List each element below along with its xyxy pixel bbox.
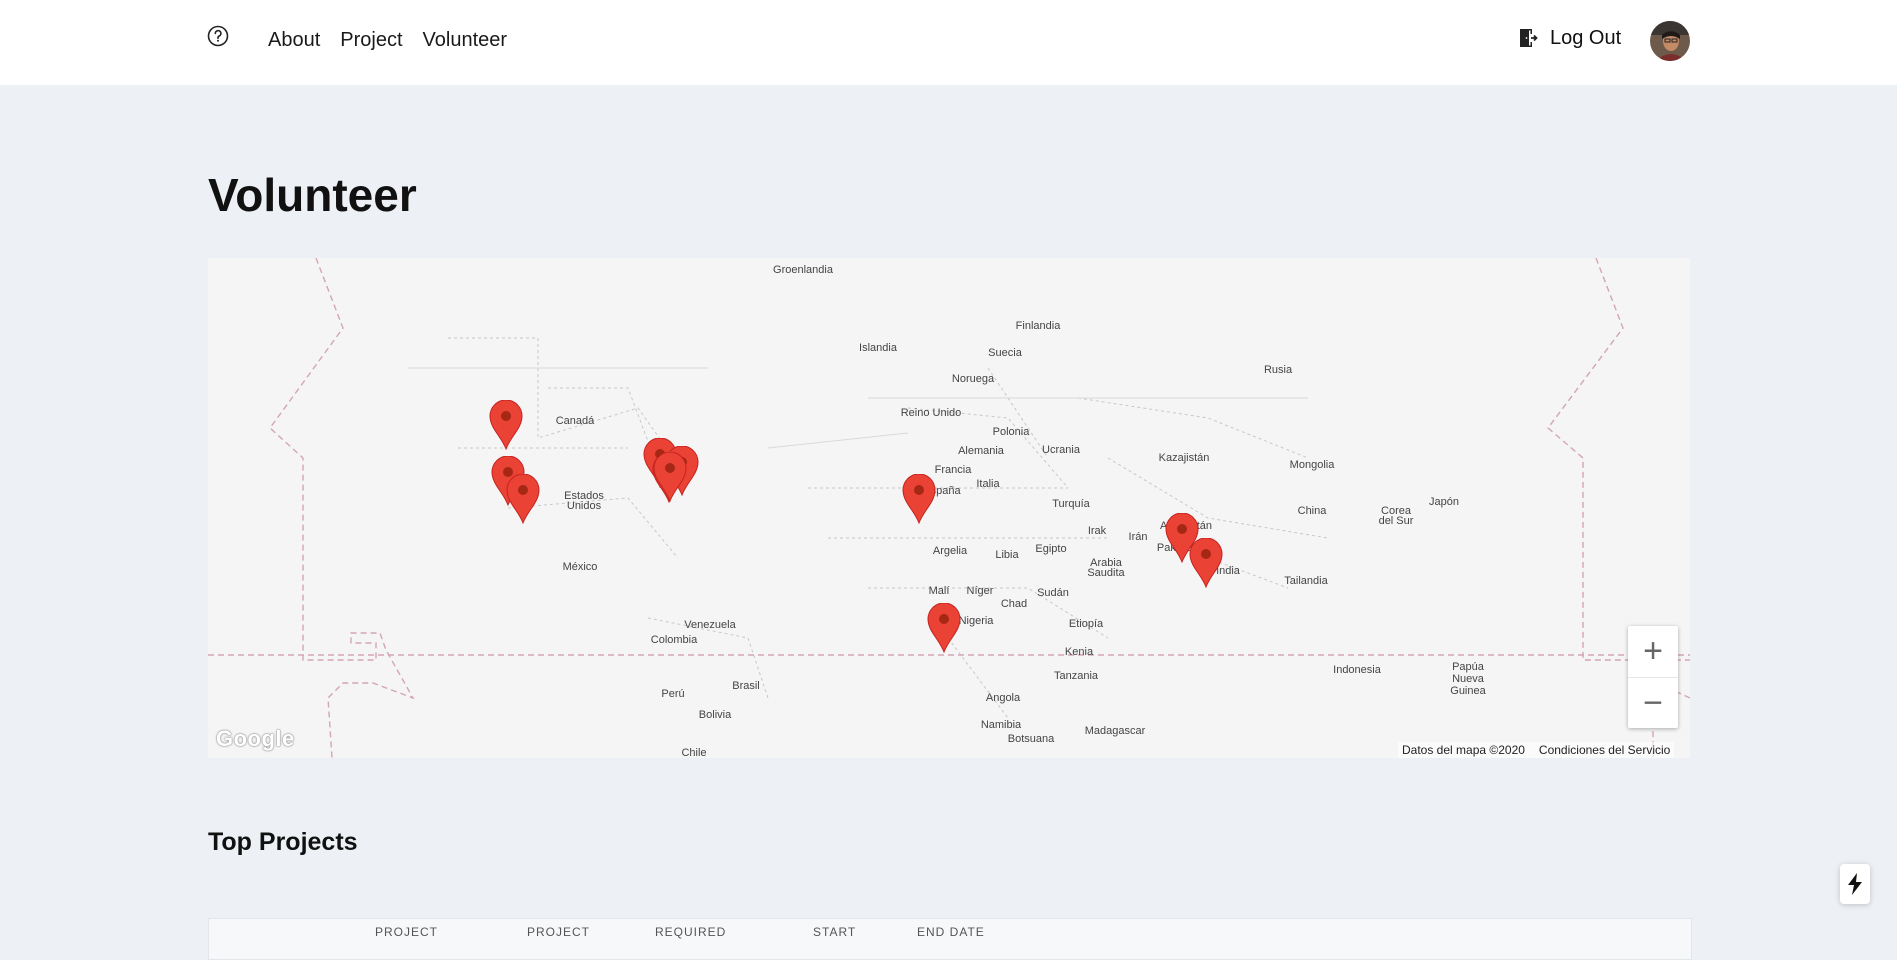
map-label-sudan: Sudán xyxy=(1037,587,1069,599)
map-label-libia: Libia xyxy=(995,549,1019,561)
map-label-egipto: Egipto xyxy=(1035,543,1067,555)
nav-volunteer-link[interactable]: Volunteer xyxy=(423,29,508,52)
column-header-end-date[interactable]: END DATE xyxy=(917,925,985,939)
main-nav: About Project Volunteer xyxy=(268,29,507,52)
page-title: Volunteer xyxy=(208,169,417,221)
map-label-islandia: Islandia xyxy=(859,342,897,354)
map-attribution: Datos del mapa ©2020 Condiciones del Serv… xyxy=(1398,742,1675,758)
map-marker[interactable] xyxy=(653,452,687,502)
top-projects-title: Top Projects xyxy=(208,828,358,856)
map-label-guinea: Guinea xyxy=(1450,685,1486,697)
logout-door-icon xyxy=(1520,29,1538,47)
map-label-turquia: Turquía xyxy=(1052,498,1090,510)
map-label-peru: Perú xyxy=(661,688,685,700)
map-label-kazajistan: Kazajistán xyxy=(1158,452,1210,464)
user-avatar[interactable] xyxy=(1650,21,1690,61)
map-label-canada: Canadá xyxy=(555,415,595,427)
map-label-nigeria: Nigeria xyxy=(958,615,994,627)
map-label-iran: Irán xyxy=(1128,531,1148,543)
world-map[interactable]: Groenlandia Islandia Finlandia Suecia No… xyxy=(208,258,1690,758)
column-header-project[interactable]: PROJECT xyxy=(375,925,438,939)
map-label-venezuela: Venezuela xyxy=(684,619,736,631)
map-zoom-control: + − xyxy=(1628,626,1678,728)
map-label-unidos: Unidos xyxy=(566,500,602,512)
map-label-brasil: Brasil xyxy=(732,680,760,692)
map-label-angola: Angola xyxy=(985,692,1021,704)
map-label-ucrania: Ucrania xyxy=(1042,444,1080,456)
map-marker[interactable] xyxy=(927,603,961,653)
map-label-mali: Malí xyxy=(928,585,950,597)
map-terms-link[interactable]: Condiciones del Servicio xyxy=(1539,743,1670,757)
map-label-chile: Chile xyxy=(681,747,707,758)
top-navigation-bar: About Project Volunteer Log Out xyxy=(0,0,1897,85)
map-label-indonesia: Indonesia xyxy=(1333,664,1381,676)
map-label-rusia: Rusia xyxy=(1263,364,1293,376)
map-label-kenia: Kenia xyxy=(1064,646,1094,658)
map-label-bolivia: Bolivia xyxy=(698,709,732,721)
map-label-mongolia: Mongolia xyxy=(1289,459,1335,471)
map-data-attribution[interactable]: Datos del mapa ©2020 xyxy=(1402,743,1525,757)
lightning-button[interactable] xyxy=(1840,864,1870,904)
zoom-in-button[interactable]: + xyxy=(1628,626,1678,677)
projects-table-header: PROJECT PROJECT REQUIRED START END DATE xyxy=(208,918,1692,960)
map-label-polonia: Polonia xyxy=(992,426,1030,438)
column-header-required[interactable]: REQUIRED xyxy=(655,925,726,939)
google-logo: Google xyxy=(216,726,295,751)
map-label-alemania: Alemania xyxy=(958,445,1004,457)
nav-about-link[interactable]: About xyxy=(268,29,320,52)
column-header-project-2[interactable]: PROJECT xyxy=(527,925,590,939)
map-label-nueva: Nueva xyxy=(1452,673,1484,685)
map-label-del-sur: del Sur xyxy=(1378,515,1414,527)
map-label-madagascar: Madagascar xyxy=(1084,725,1146,737)
zoom-out-button[interactable]: − xyxy=(1628,677,1678,729)
map-marker[interactable] xyxy=(1189,538,1223,588)
map-label-papua: Papúa xyxy=(1452,661,1484,673)
map-label-tailandia: Tailandia xyxy=(1284,575,1328,587)
map-label-argelia: Argelia xyxy=(932,545,968,557)
column-header-start[interactable]: START xyxy=(813,925,856,939)
map-label-chad: Chad xyxy=(1000,598,1028,610)
map-label-italia: Italia xyxy=(976,478,1000,490)
map-label-saudita: Saudita xyxy=(1087,567,1125,579)
logout-button[interactable]: Log Out xyxy=(1516,26,1621,50)
map-label-namibia: Namibia xyxy=(980,719,1022,731)
map-marker[interactable] xyxy=(489,400,523,450)
map-label-finlandia: Finlandia xyxy=(1015,320,1061,332)
map-label-china: China xyxy=(1297,505,1327,517)
logout-label: Log Out xyxy=(1550,26,1622,49)
map-label-etiopia: Etiopía xyxy=(1068,618,1104,630)
map-marker[interactable] xyxy=(506,474,540,524)
map-label-reino-unido: Reino Unido xyxy=(900,407,962,419)
map-label-francia: Francia xyxy=(934,464,972,476)
map-label-irak: Irak xyxy=(1087,525,1107,537)
map-label-noruega: Noruega xyxy=(951,373,995,385)
map-label-botsuana: Botsuana xyxy=(1007,733,1055,745)
help-circle-icon[interactable] xyxy=(206,24,230,48)
map-label-groenlandia: Groenlandia xyxy=(773,264,833,276)
lightning-icon xyxy=(1848,873,1862,895)
map-label-niger: Níger xyxy=(966,585,994,597)
map-marker[interactable] xyxy=(902,474,936,524)
map-label-colombia: Colombia xyxy=(650,634,698,646)
map-label-tanzania: Tanzania xyxy=(1053,670,1099,682)
map-label-japon: Japón xyxy=(1429,496,1459,508)
map-label-mexico: México xyxy=(562,561,598,573)
map-label-suecia: Suecia xyxy=(988,347,1022,359)
nav-project-link[interactable]: Project xyxy=(340,29,402,52)
